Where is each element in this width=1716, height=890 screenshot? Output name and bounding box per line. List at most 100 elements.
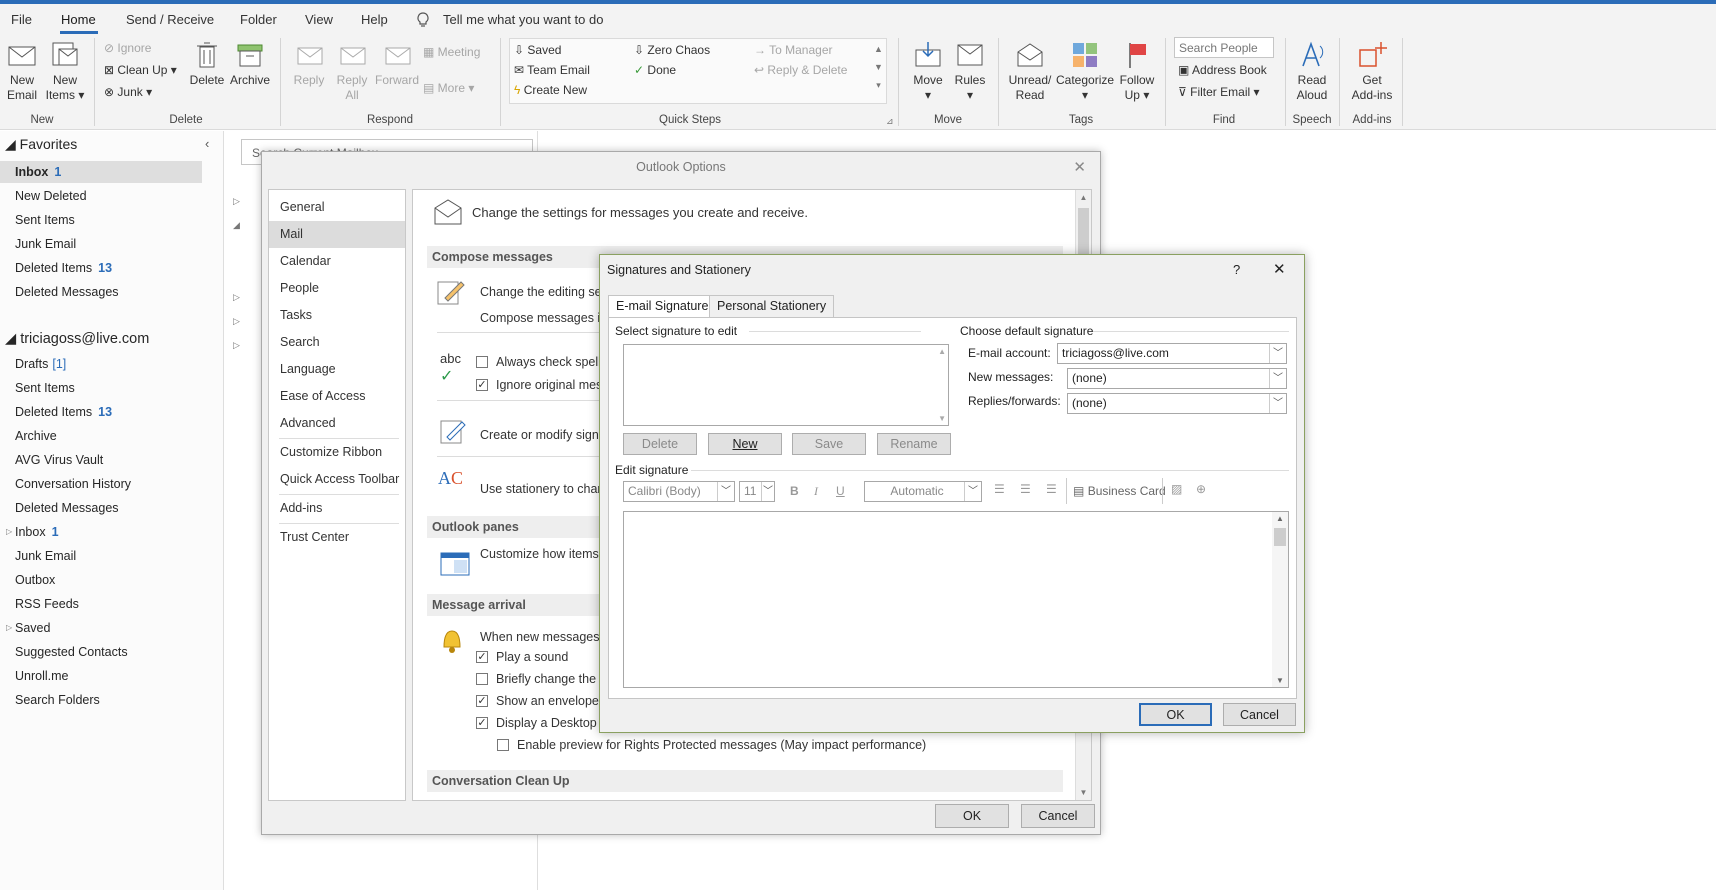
new-items-button[interactable]: New Items ▾ bbox=[45, 40, 85, 103]
options-cancel-button[interactable]: Cancel bbox=[1021, 804, 1095, 828]
options-nav-language[interactable]: Language bbox=[269, 356, 405, 383]
quick-steps-scroll[interactable]: ▲ ▼ ▾ bbox=[872, 40, 885, 102]
list-scroll-down-icon[interactable]: ▼ bbox=[938, 414, 946, 423]
play-sound-checkbox[interactable]: ✓ bbox=[476, 651, 488, 663]
account-folder-item[interactable]: ▷ Inbox 1 bbox=[6, 525, 59, 539]
font-color-select[interactable]: Automatic ﹀ bbox=[864, 481, 982, 502]
italic-button[interactable]: I bbox=[814, 484, 818, 499]
signature-editor[interactable]: ▲ ▼ bbox=[623, 511, 1289, 688]
account-folder-item[interactable]: AVG Virus Vault bbox=[15, 453, 103, 467]
account-header[interactable]: ◢ triciagoss@live.com bbox=[5, 331, 149, 347]
options-nav-add-ins[interactable]: Add-ins bbox=[269, 495, 405, 522]
tab-email-signature[interactable]: E-mail Signature bbox=[608, 295, 717, 318]
menu-file[interactable]: File bbox=[11, 12, 32, 27]
account-folder-item[interactable]: Archive bbox=[15, 429, 57, 443]
filter-email-button[interactable]: ⊽ Filter Email ▾ bbox=[1178, 85, 1260, 99]
account-folder-item[interactable]: Junk Email bbox=[15, 549, 76, 563]
categorize-button[interactable]: Categorize ▾ bbox=[1056, 40, 1114, 103]
enable-preview-checkbox[interactable] bbox=[497, 739, 509, 751]
replies-forwards-select[interactable]: (none) ﹀ bbox=[1067, 393, 1287, 414]
ignore-original-checkbox[interactable]: ✓ bbox=[476, 379, 488, 391]
ignore-button[interactable]: ⊘ Ignore bbox=[104, 41, 151, 55]
menu-view[interactable]: View bbox=[305, 12, 333, 27]
new-messages-select[interactable]: (none) ﹀ bbox=[1067, 368, 1287, 389]
account-folder-item[interactable]: Deleted Messages bbox=[15, 501, 119, 515]
options-nav-trust-center[interactable]: Trust Center bbox=[269, 524, 405, 551]
account-folder-item[interactable]: ▷ Saved bbox=[6, 621, 50, 635]
account-folder-item[interactable]: RSS Feeds bbox=[15, 597, 79, 611]
editor-scrollbar[interactable]: ▲ ▼ bbox=[1272, 512, 1288, 687]
unread-read-button[interactable]: Unread/Read bbox=[1006, 40, 1054, 103]
tell-me-search[interactable]: Tell me what you want to do bbox=[443, 12, 603, 27]
quickstep-reply-delete[interactable]: ↩ Reply & Delete bbox=[754, 63, 847, 77]
account-folder-item[interactable]: Suggested Contacts bbox=[15, 645, 128, 659]
align-left-icon[interactable]: ☰ bbox=[994, 482, 1005, 496]
favorite-folder-item[interactable]: Inbox 1 bbox=[15, 165, 61, 179]
favorite-folder-item[interactable]: Junk Email bbox=[15, 237, 76, 251]
dialog-launcher-icon[interactable]: ⊿ bbox=[886, 116, 894, 127]
align-center-icon[interactable]: ☰ bbox=[1020, 482, 1031, 496]
briefly-change-checkbox[interactable] bbox=[476, 673, 488, 685]
move-button[interactable]: Move ▾ bbox=[909, 40, 947, 103]
delete-button[interactable]: Delete bbox=[188, 40, 226, 88]
insert-picture-icon[interactable]: ▨ bbox=[1171, 482, 1182, 496]
clean-up-button[interactable]: ⊠ Clean Up ▾ bbox=[104, 63, 177, 77]
account-folder-item[interactable]: Drafts [1] bbox=[15, 357, 66, 371]
favorite-folder-item[interactable]: Sent Items bbox=[15, 213, 75, 227]
address-book-button[interactable]: ▣ Address Book bbox=[1178, 63, 1267, 77]
account-folder-item[interactable]: Conversation History bbox=[15, 477, 131, 491]
account-folder-item[interactable]: Search Folders bbox=[15, 693, 100, 707]
quickstep-saved[interactable]: ⇩ Saved bbox=[514, 43, 561, 57]
meeting-button[interactable]: ▦ Meeting bbox=[423, 45, 480, 59]
options-nav-mail[interactable]: Mail bbox=[269, 221, 405, 248]
signatures-ok-button[interactable]: OK bbox=[1139, 703, 1212, 726]
forward-button[interactable]: Forward bbox=[374, 40, 420, 88]
options-nav-tasks[interactable]: Tasks bbox=[269, 302, 405, 329]
bold-button[interactable]: B bbox=[790, 484, 799, 498]
signature-list[interactable]: ▲ ▼ bbox=[623, 344, 949, 426]
rules-button[interactable]: Rules ▾ bbox=[952, 40, 988, 103]
account-folder-item[interactable]: Sent Items bbox=[15, 381, 75, 395]
read-aloud-button[interactable]: Read Aloud bbox=[1292, 40, 1332, 103]
favorite-folder-item[interactable]: New Deleted bbox=[15, 189, 87, 203]
get-addins-button[interactable]: Get Add-ins bbox=[1347, 40, 1397, 103]
options-nav-calendar[interactable]: Calendar bbox=[269, 248, 405, 275]
options-nav-ease-of-access[interactable]: Ease of Access bbox=[269, 383, 405, 410]
quickstep-to-manager[interactable]: → To Manager bbox=[754, 43, 833, 57]
options-nav-search[interactable]: Search bbox=[269, 329, 405, 356]
list-scroll-up-icon[interactable]: ▲ bbox=[938, 347, 946, 356]
favorite-folder-item[interactable]: Deleted Messages bbox=[15, 285, 119, 299]
options-nav-general[interactable]: General bbox=[269, 194, 405, 221]
favorite-folder-item[interactable]: Deleted Items 13 bbox=[15, 261, 112, 275]
quickstep-create-new[interactable]: ϟ Create New bbox=[514, 83, 587, 97]
account-folder-item[interactable]: Outbox bbox=[15, 573, 55, 587]
expand-arrow-icon[interactable]: ▷ bbox=[6, 527, 12, 536]
new-email-button[interactable]: New Email bbox=[5, 40, 39, 103]
email-account-select[interactable]: triciagoss@live.com ﹀ bbox=[1057, 343, 1287, 364]
insert-hyperlink-icon[interactable]: ⊕ bbox=[1196, 482, 1206, 496]
quickstep-zero-chaos[interactable]: ⇩ Zero Chaos bbox=[634, 43, 710, 57]
reply-all-button[interactable]: Reply All bbox=[334, 40, 370, 103]
archive-button[interactable]: Archive bbox=[228, 40, 272, 88]
quickstep-done[interactable]: ✓ Done bbox=[634, 63, 676, 77]
menu-send-receive[interactable]: Send / Receive bbox=[126, 12, 214, 27]
always-check-spelling-checkbox[interactable] bbox=[476, 356, 488, 368]
collapse-pane-icon[interactable]: ‹ bbox=[205, 136, 209, 151]
align-right-icon[interactable]: ☰ bbox=[1046, 482, 1057, 496]
options-nav-customize-ribbon[interactable]: Customize Ribbon bbox=[269, 439, 405, 466]
new-signature-button[interactable]: New bbox=[708, 433, 782, 455]
menu-folder[interactable]: Folder bbox=[240, 12, 277, 27]
save-signature-button[interactable]: Save bbox=[792, 433, 866, 455]
quickstep-team-email[interactable]: ✉ Team Email bbox=[514, 63, 590, 77]
reply-button[interactable]: Reply bbox=[291, 40, 327, 88]
show-envelope-checkbox[interactable]: ✓ bbox=[476, 695, 488, 707]
signatures-close-icon[interactable]: ✕ bbox=[1273, 260, 1286, 278]
tab-personal-stationery[interactable]: Personal Stationery bbox=[709, 295, 835, 317]
font-select[interactable]: Calibri (Body) ﹀ bbox=[623, 481, 735, 502]
desktop-alert-checkbox[interactable]: ✓ bbox=[476, 717, 488, 729]
options-close-icon[interactable]: ✕ bbox=[1073, 158, 1086, 176]
menu-help[interactable]: Help bbox=[361, 12, 388, 27]
menu-home[interactable]: Home bbox=[61, 12, 96, 27]
options-nav-advanced[interactable]: Advanced bbox=[269, 410, 405, 437]
font-size-select[interactable]: 11 ﹀ bbox=[739, 481, 775, 502]
